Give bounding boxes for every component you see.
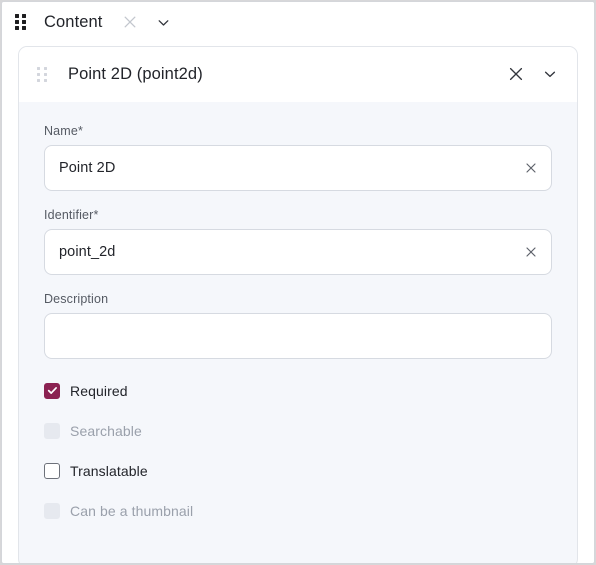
field-card-header[interactable]: Point 2D (point2d) xyxy=(19,47,577,102)
content-scroll-area[interactable]: Point 2D (point2d) Name* Point 2D Identi… xyxy=(2,42,594,563)
field-description-input-wrap xyxy=(44,313,552,359)
checkbox-row-translatable[interactable]: Translatable xyxy=(44,460,552,481)
grid-drag-handle-icon[interactable] xyxy=(15,14,29,30)
field-description: Description xyxy=(44,292,552,359)
checkbox-row-can-be-a-thumbnail: Can be a thumbnail xyxy=(44,500,552,521)
checkbox-required[interactable] xyxy=(44,382,60,399)
checkbox-row-required[interactable]: Required xyxy=(44,380,552,401)
top-bar: Content xyxy=(2,2,594,42)
clear-icon[interactable] xyxy=(521,242,541,262)
app-window: Content Point 2D (point2d) Name* Point 2… xyxy=(1,1,595,564)
field-identifier-label: Identifier* xyxy=(44,208,99,222)
field-card-body: Name* Identifier* xyxy=(19,102,577,521)
options-checkbox-group: Required Searchable Translatable Can be … xyxy=(44,380,552,521)
field-identifier-input-wrap xyxy=(44,229,552,275)
field-name-label: Name* xyxy=(44,124,83,138)
field-description-label: Description xyxy=(44,292,109,306)
checkbox-label-translatable: Translatable xyxy=(70,462,148,479)
chevron-down-icon[interactable] xyxy=(153,11,175,33)
checkbox-label-searchable: Searchable xyxy=(70,422,142,439)
checkbox-label-required: Required xyxy=(70,382,128,399)
checkbox-label-can-be-a-thumbnail: Can be a thumbnail xyxy=(70,502,194,519)
checkbox-row-searchable: Searchable xyxy=(44,420,552,441)
field-name: Name* xyxy=(44,124,552,191)
checkbox-translatable[interactable] xyxy=(44,462,60,479)
identifier-input[interactable] xyxy=(45,230,551,274)
close-icon[interactable] xyxy=(119,11,141,33)
checkbox-searchable xyxy=(44,422,60,439)
clear-icon[interactable] xyxy=(521,158,541,178)
chevron-down-icon[interactable] xyxy=(539,63,561,85)
checkbox-can-be-a-thumbnail xyxy=(44,502,60,519)
close-icon[interactable] xyxy=(505,63,527,85)
page-title: Content xyxy=(44,12,103,31)
field-name-input-wrap xyxy=(44,145,552,191)
field-card-point2d: Point 2D (point2d) Name* Point 2D Identi… xyxy=(18,46,578,563)
description-input[interactable] xyxy=(45,314,551,358)
field-card-title: Point 2D (point2d) xyxy=(68,64,203,83)
grid-drag-handle-icon[interactable] xyxy=(37,66,50,82)
name-input[interactable] xyxy=(45,146,551,190)
field-identifier: Identifier* xyxy=(44,208,552,275)
